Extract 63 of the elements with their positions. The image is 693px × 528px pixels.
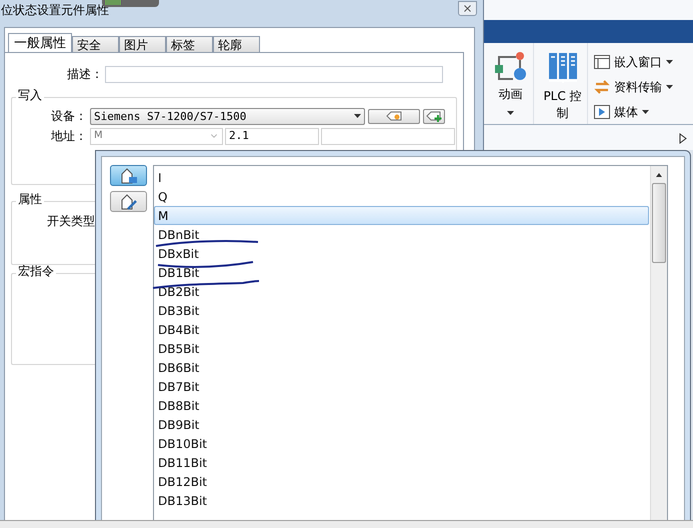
caret-icon bbox=[666, 84, 673, 88]
caret-icon bbox=[666, 60, 673, 64]
group-title: 属性 bbox=[16, 193, 44, 205]
address-label: 地址 : bbox=[50, 128, 84, 145]
ribbon-menu-button[interactable]: 资料传输 bbox=[594, 77, 673, 96]
switch-type-label: 开关类型 bbox=[47, 215, 95, 227]
address-field[interactable]: 2.1 bbox=[225, 128, 319, 144]
address-type-select[interactable]: M bbox=[90, 128, 223, 144]
mode-button[interactable] bbox=[110, 165, 147, 186]
group-title: 写入 bbox=[16, 89, 44, 101]
group-title: 宏指令 bbox=[16, 265, 56, 277]
tab[interactable]: 轮廓 bbox=[213, 36, 260, 53]
expand-icon bbox=[679, 133, 687, 144]
tab[interactable]: 一般属性 bbox=[8, 33, 72, 53]
tag-button[interactable] bbox=[368, 108, 420, 124]
add-tag-button[interactable] bbox=[423, 108, 445, 124]
description-label: 描述 : bbox=[66, 66, 100, 83]
list-item[interactable]: DB12Bit bbox=[154, 472, 649, 491]
tab[interactable]: 标签 bbox=[166, 36, 213, 53]
list-item[interactable]: M bbox=[154, 206, 649, 225]
tag-edit-icon bbox=[120, 194, 138, 210]
play-icon bbox=[594, 104, 610, 118]
tab[interactable]: 图片 bbox=[119, 36, 166, 53]
list-item[interactable]: DB6Bit bbox=[154, 358, 649, 377]
input-field[interactable] bbox=[321, 128, 455, 144]
list-item[interactable]: DB11Bit bbox=[154, 453, 649, 472]
transfer-arrows-icon bbox=[594, 80, 610, 94]
ribbon-menu-button[interactable]: 媒体 bbox=[594, 102, 673, 121]
ribbon-menu-button[interactable]: 嵌入窗口 bbox=[594, 52, 673, 71]
close-button[interactable] bbox=[458, 0, 477, 16]
list-item[interactable]: DB1Bit bbox=[154, 263, 649, 282]
list-item[interactable]: DB10Bit bbox=[154, 434, 649, 453]
caret-icon bbox=[354, 114, 361, 118]
device-label: 设备 : bbox=[50, 108, 84, 125]
list-item[interactable]: DB13Bit bbox=[154, 491, 649, 510]
device-select[interactable]: Siemens S7-1200/S7-1500 bbox=[90, 108, 365, 124]
list-item[interactable]: DB3Bit bbox=[154, 301, 649, 320]
window-icon bbox=[594, 54, 610, 68]
ribbon-button[interactable]: 动画 bbox=[494, 43, 534, 124]
list-item[interactable]: DB9Bit bbox=[154, 415, 649, 434]
list-item[interactable]: DB7Bit bbox=[154, 377, 649, 396]
mode-button[interactable] bbox=[110, 191, 147, 212]
window-title: 位状态设置元件属性 bbox=[1, 4, 109, 16]
list-item[interactable]: I bbox=[154, 168, 649, 187]
list-item[interactable]: Q bbox=[154, 187, 649, 206]
list-item[interactable]: DBnBit bbox=[154, 225, 649, 244]
list-item[interactable]: DB8Bit bbox=[154, 396, 649, 415]
close-icon bbox=[462, 2, 473, 14]
caret-icon bbox=[642, 110, 649, 114]
tag-icon bbox=[386, 111, 402, 121]
flow-diagram-icon bbox=[494, 52, 528, 82]
tab[interactable]: 安全 bbox=[72, 36, 119, 53]
list-item[interactable]: DB5Bit bbox=[154, 339, 649, 358]
scroll-up-icon bbox=[656, 173, 662, 177]
list-item[interactable]: DB2Bit bbox=[154, 282, 649, 301]
ribbon-button[interactable]: PLC 控制 bbox=[544, 43, 588, 124]
description-field[interactable] bbox=[105, 66, 443, 82]
list-item[interactable]: DBxBit bbox=[154, 244, 649, 263]
plc-rack-icon bbox=[548, 52, 578, 84]
tag-icon bbox=[120, 168, 138, 184]
add-tag-icon bbox=[426, 110, 442, 122]
scrollbar-thumb[interactable] bbox=[652, 183, 666, 263]
list-item[interactable]: DB4Bit bbox=[154, 320, 649, 339]
